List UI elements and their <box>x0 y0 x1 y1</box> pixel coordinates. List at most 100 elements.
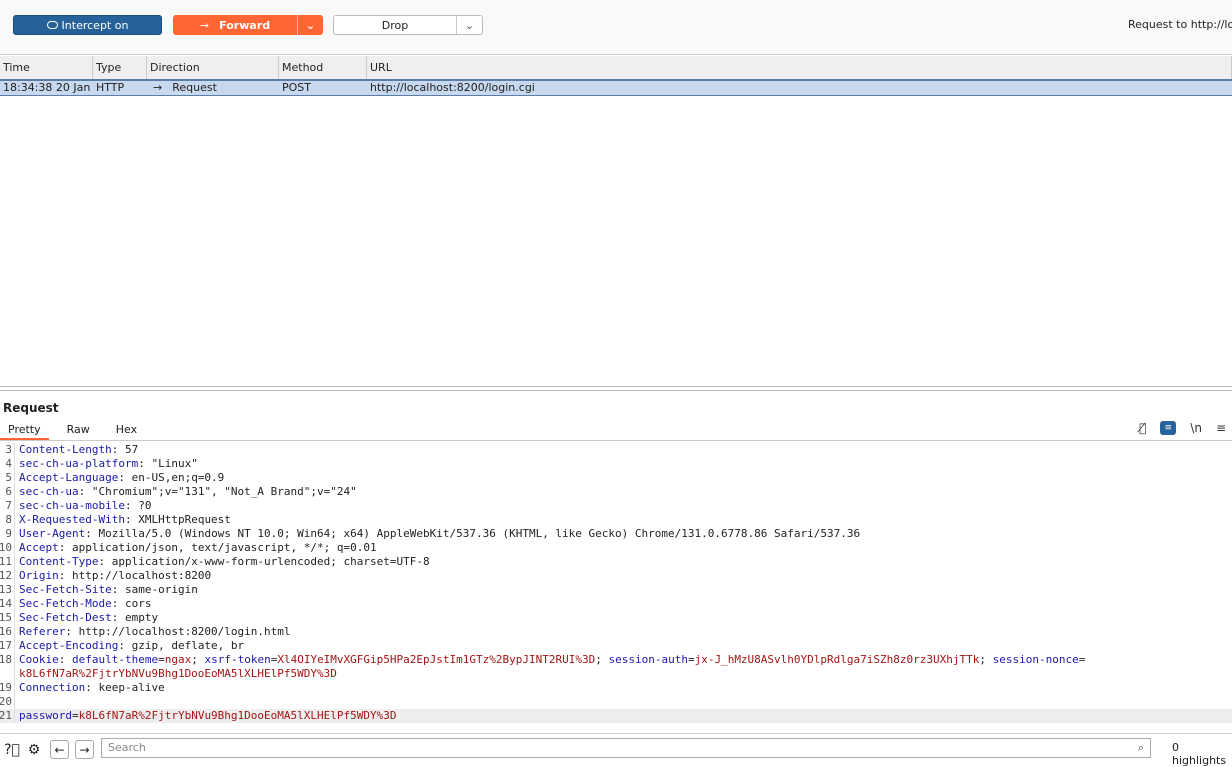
line-code: User-Agent: Mozilla/5.0 (Windows NT 10.0… <box>15 527 860 541</box>
line-number: 4 <box>0 457 15 471</box>
code-line: 21 password=k8L6fN7aR%2FjtrYbNVu9Bhg1DooE… <box>0 709 1232 723</box>
bottom-bar: ?⃝ ⚙ ← → Search ⌕ 0 highlights <box>0 733 1232 767</box>
text-token: : empty <box>111 611 159 624</box>
text-token: ; <box>979 653 993 666</box>
line-number: 7 <box>0 499 15 513</box>
code-line: 16 Referer: http://localhost:8200/login.h… <box>0 625 1232 639</box>
code-line: 6 sec-ch-ua: "Chromium";v="131", "Not_A B… <box>0 485 1232 499</box>
highlights-count: 0 highlights <box>1172 741 1227 767</box>
code-line: 12 Origin: http://localhost:8200 <box>0 569 1232 583</box>
table-row[interactable]: 18:34:38 20 Jan ... HTTP → Request POST h… <box>0 81 1232 96</box>
line-code: Referer: http://localhost:8200/login.htm… <box>15 625 291 639</box>
text-token: : application/x-www-form-urlencoded; cha… <box>98 555 430 568</box>
header-name: Sec-Fetch-Mode <box>19 597 112 610</box>
drop-button[interactable]: Drop ⌄ <box>333 15 483 35</box>
text-token: : gzip, deflate, br <box>118 639 245 652</box>
line-number: 14 <box>0 597 15 611</box>
search-input[interactable]: Search ⌕ <box>101 738 1151 758</box>
code-line: 17 Accept-Encoding: gzip, deflate, br <box>0 639 1232 653</box>
line-code: Connection: keep-alive <box>15 681 165 695</box>
line-number: 8 <box>0 513 15 527</box>
forward-label: Forward <box>219 18 271 32</box>
line-code: Accept-Encoding: gzip, deflate, br <box>15 639 244 653</box>
text-token: ; <box>595 653 609 666</box>
value-token: k8L6fN7aR%2FjtrYbNVu9Bhg1DooEoMA5lXLHElP… <box>78 709 397 722</box>
text-token: : en-US,en;q=0.9 <box>118 471 225 484</box>
code-line: 19 Connection: keep-alive <box>0 681 1232 695</box>
header-name: session-auth <box>608 653 688 666</box>
text-token: = <box>1078 653 1086 666</box>
header-name: User-Agent <box>19 527 86 540</box>
drop-dropdown-chevron-down-icon[interactable]: ⌄ <box>456 16 482 34</box>
text-token: : Mozilla/5.0 (Windows NT 10.0; Win64; x… <box>85 527 861 540</box>
header-name: Content-Type <box>19 555 99 568</box>
header-name: Referer <box>19 625 66 638</box>
column-url[interactable]: URL <box>367 56 1232 79</box>
request-editor[interactable]: 3 Content-Length: 57 4 sec-ch-ua-platform: … <box>0 443 1232 725</box>
wrap-lines-icon[interactable]: ≡ <box>1160 421 1177 435</box>
help-icon[interactable]: ?⃝ <box>2 740 22 760</box>
code-line: 18 Cookie: default-theme=ngax; xsrf-token… <box>0 653 1232 667</box>
text-token: : keep-alive <box>85 681 165 694</box>
line-code: X-Requested-With: XMLHttpRequest <box>15 513 231 527</box>
menu-icon[interactable]: ≡ <box>1216 421 1226 435</box>
code-line: 7 sec-ch-ua-mobile: ?0 <box>0 499 1232 513</box>
code-line: 4 sec-ch-ua-platform: "Linux" <box>0 457 1232 471</box>
header-name: sec-ch-ua <box>19 485 79 498</box>
line-code: Sec-Fetch-Site: same-origin <box>15 583 198 597</box>
code-line: 20 <box>0 695 1232 709</box>
editor-tools: 👁̸ ≡ \n ≡ <box>1139 420 1232 436</box>
header-name: Accept <box>19 541 59 554</box>
column-time[interactable]: Time <box>0 56 93 79</box>
intercept-toggle-button[interactable]: Intercept on <box>13 15 162 35</box>
code-line: 5 Accept-Language: en-US,en;q=0.9 <box>0 471 1232 485</box>
header-name: Origin <box>19 569 59 582</box>
header-name: Content-Length <box>19 443 112 456</box>
forward-button[interactable]: → Forward ⌄ <box>173 15 323 35</box>
text-token: : http://localhost:8200/login.html <box>65 625 291 638</box>
line-number: 20 <box>0 695 15 709</box>
text-token: : cors <box>111 597 152 610</box>
header-name: Accept-Encoding <box>19 639 119 652</box>
back-arrow-icon[interactable]: ← <box>50 740 69 759</box>
arrow-right-icon: → <box>199 18 210 32</box>
line-number: 17 <box>0 639 15 653</box>
gear-icon[interactable]: ⚙ <box>24 740 44 760</box>
tab-pretty[interactable]: Pretty <box>0 420 49 440</box>
line-number: 6 <box>0 485 15 499</box>
line-code: k8L6fN7aR%2FjtrYbNVu9Bhg1DooEoMA5lXLHElP… <box>15 667 337 681</box>
tab-raw[interactable]: Raw <box>59 420 98 440</box>
column-direction[interactable]: Direction <box>147 56 279 79</box>
search-icon[interactable]: ⌕ <box>1138 739 1144 757</box>
code-line: 10 Accept: application/json, text/javascr… <box>0 541 1232 555</box>
header-name: session-nonce <box>992 653 1079 666</box>
tab-hex[interactable]: Hex <box>108 420 145 440</box>
row-method: POST <box>282 81 311 94</box>
row-url: http://localhost:8200/login.cgi <box>370 81 535 94</box>
line-code: Cookie: default-theme=ngax; xsrf-token=X… <box>15 653 1085 667</box>
line-number: 10 <box>0 541 15 555</box>
panel-title: Request <box>3 401 59 415</box>
column-type[interactable]: Type <box>93 56 147 79</box>
line-code: Accept-Language: en-US,en;q=0.9 <box>15 471 224 485</box>
text-token: = <box>71 709 79 722</box>
line-number: 15 <box>0 611 15 625</box>
newline-toggle[interactable]: \n <box>1190 421 1202 435</box>
value-token: jx-J_hMzU8ASvlh0YDlpRdlga7iSZh8z0rz3UXhj… <box>694 653 980 666</box>
code-line: 8 X-Requested-With: XMLHttpRequest <box>0 513 1232 527</box>
forward-dropdown-chevron-down-icon[interactable]: ⌄ <box>297 15 323 35</box>
line-code: Content-Length: 57 <box>15 443 138 457</box>
eye-slash-icon[interactable]: 👁̸ <box>1139 421 1146 435</box>
forward-arrow-icon[interactable]: → <box>75 740 94 759</box>
arrow-right-icon: → <box>153 81 163 94</box>
line-number: 9 <box>0 527 15 541</box>
text-token: : 57 <box>111 443 139 456</box>
code-line: 9 User-Agent: Mozilla/5.0 (Windows NT 10.… <box>0 527 1232 541</box>
column-method[interactable]: Method <box>279 56 367 79</box>
toolbar: Intercept on → Forward ⌄ Drop ⌄ Request t… <box>0 0 1232 55</box>
message-tabs: Pretty Raw Hex <box>0 420 1232 441</box>
value-token: Xl4OIYeIMvXGFGip5HPa2EpJstIm1GTz%2BypJIN… <box>277 653 596 666</box>
drop-label: Drop <box>381 18 409 32</box>
line-number: 18 <box>0 653 15 667</box>
splitter-handle[interactable] <box>0 386 1232 391</box>
